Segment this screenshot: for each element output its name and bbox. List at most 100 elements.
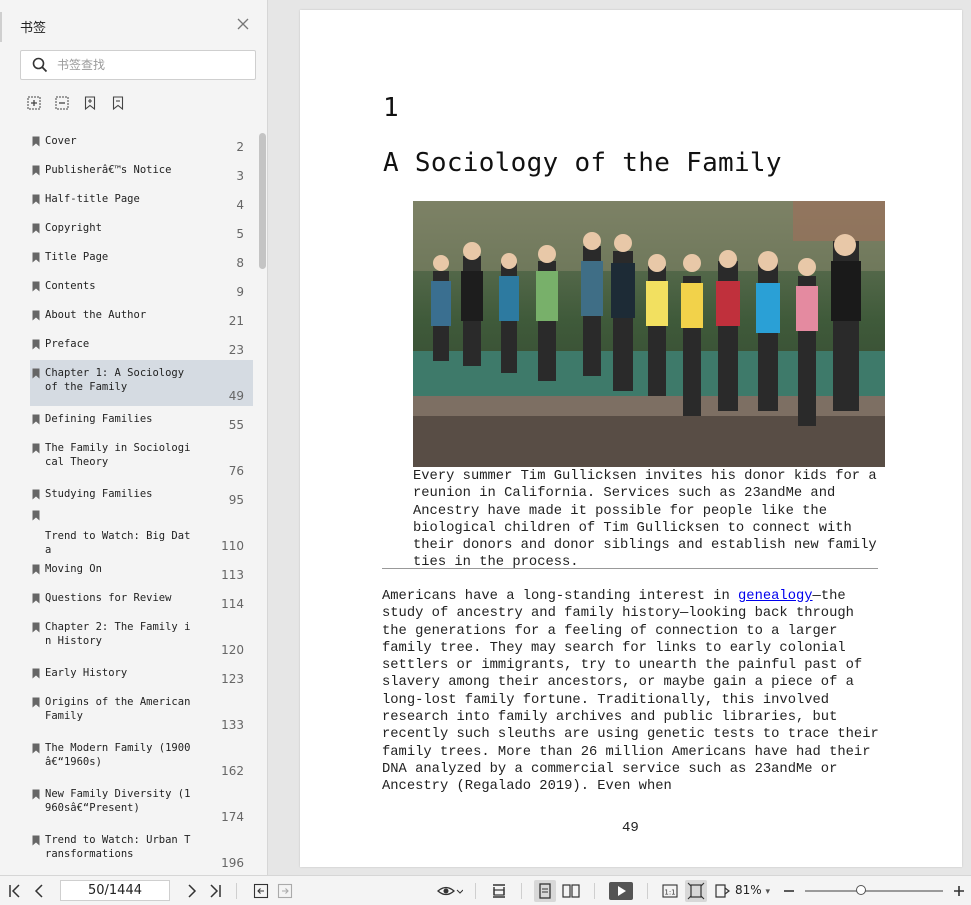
bookmark-label: Chapter 1: A Sociology of the Family [45, 367, 185, 393]
bookmark-flag-icon [32, 414, 40, 425]
bookmark-item[interactable]: Early History 123 [30, 660, 253, 689]
bookmark-page-number: 174 [221, 810, 244, 824]
bookmark-item[interactable]: Trend to Watch: Big Data 110 [30, 510, 253, 556]
bookmark-item[interactable]: Studying Families 95 [30, 481, 253, 510]
bookmark-item[interactable]: Origins of the American Family 133 [30, 689, 253, 735]
sidebar-scrollbar[interactable] [259, 133, 266, 269]
bookmark-label: Questions for Review [45, 592, 172, 604]
bookmark-label: Origins of the American Family [45, 696, 191, 722]
fit-page-icon[interactable] [685, 880, 707, 902]
bookmark-item[interactable]: Publisherâ€™s Notice 3 [30, 157, 253, 186]
body-paragraph: Americans have a long-standing interest … [382, 588, 882, 796]
bookmark-label: Chapter 2: The Family in History [45, 621, 191, 647]
bookmark-item[interactable]: Questions for Review 114 [30, 585, 253, 614]
bookmark-page-number: 113 [221, 568, 244, 582]
forward-icon[interactable] [276, 882, 294, 900]
bookmark-label: The Family in Sociological Theory [45, 442, 191, 468]
bookmark-flag-icon [32, 789, 40, 800]
bookmark-label: Trend to Watch: Urban Transformations [45, 834, 191, 860]
bookmark-item[interactable]: The Modern Family (1900â€“1960s) 162 [30, 735, 253, 781]
bookmark-label: Early History [45, 667, 128, 679]
bookmark-page-number: 162 [221, 764, 244, 778]
bookmark-flag-icon [32, 252, 40, 263]
bookmark-flag-icon [32, 194, 40, 205]
play-slideshow-icon[interactable] [609, 882, 633, 900]
bookmark-label: Preface [45, 338, 90, 350]
bookmark-flag-icon [32, 622, 40, 633]
bookmark-search-input[interactable] [57, 55, 247, 75]
bookmark-label: New Family Diversity (1960sâ€“Present) [45, 788, 191, 814]
bookmark-label: About the Author [45, 309, 147, 321]
bookmark-page-number: 123 [221, 672, 244, 686]
toolbar-separator [475, 883, 476, 899]
previous-page-icon[interactable] [30, 882, 48, 900]
search-icon [32, 57, 48, 73]
collapse-all-icon[interactable] [54, 95, 70, 111]
expand-all-icon[interactable] [26, 95, 42, 111]
bookmark-item[interactable]: Title Page 8 [30, 244, 253, 273]
bottom-toolbar: 1:1 81% ▾ [0, 875, 971, 905]
actual-size-icon[interactable]: 1:1 [661, 882, 679, 900]
bookmark-page-number: 23 [228, 343, 244, 357]
genealogy-link[interactable]: genealogy [738, 589, 813, 604]
first-page-icon[interactable] [6, 882, 24, 900]
svg-text:1:1: 1:1 [664, 889, 675, 897]
bookmark-flag-icon [32, 510, 40, 521]
bookmark-page-number: 5 [236, 227, 244, 241]
chapter-number: 1 [383, 93, 399, 123]
bookmark-flag-icon [32, 668, 40, 679]
bookmark-label: Studying Families [45, 488, 153, 500]
family-reunion-photo [413, 201, 885, 467]
zoom-mode-icon[interactable] [713, 882, 731, 900]
last-page-icon[interactable] [206, 882, 224, 900]
bookmark-item[interactable]: Chapter 1: A Sociology of the Family 49 [30, 360, 253, 406]
bookmark-flag-icon [32, 697, 40, 708]
fit-width-icon[interactable] [490, 882, 508, 900]
zoom-level-dropdown[interactable]: 81% ▾ [735, 883, 770, 897]
bookmark-page-number: 3 [236, 169, 244, 183]
add-bookmark-icon[interactable] [82, 95, 98, 111]
next-page-icon[interactable] [183, 882, 201, 900]
bookmark-item[interactable]: New Family Diversity (1960sâ€“Present) 17… [30, 781, 253, 827]
close-icon[interactable] [236, 17, 250, 31]
page-number: 49 [622, 820, 639, 836]
sidebar-title: 书签 [20, 21, 47, 36]
toolbar-separator [594, 883, 595, 899]
zoom-slider[interactable] [805, 890, 943, 892]
bookmark-item[interactable]: Copyright 5 [30, 215, 253, 244]
toolbar-separator [236, 883, 237, 899]
single-page-icon[interactable] [534, 880, 556, 902]
two-page-icon[interactable] [561, 882, 581, 900]
bookmark-label: Moving On [45, 563, 102, 575]
zoom-slider-handle[interactable] [856, 885, 866, 895]
bookmark-flag-icon [32, 136, 40, 147]
eye-mode-icon[interactable] [437, 882, 463, 900]
body-text-rest: —the study of ancestry and family histor… [382, 589, 879, 795]
bookmark-item[interactable]: Preface 23 [30, 331, 253, 360]
toolbar-separator [647, 883, 648, 899]
bookmark-flag-icon [32, 368, 40, 379]
bookmark-item[interactable]: The Family in Sociological Theory 76 [30, 435, 253, 481]
bookmark-search-box[interactable] [20, 50, 256, 80]
bookmark-flag-icon [32, 165, 40, 176]
bookmark-label: Contents [45, 280, 96, 292]
bookmark-item[interactable]: Defining Families 55 [30, 406, 253, 435]
bookmark-item[interactable]: Half-title Page 4 [30, 186, 253, 215]
remove-bookmark-icon[interactable] [110, 95, 126, 111]
zoom-level: 81% [735, 883, 762, 897]
bookmark-label: Defining Families [45, 413, 153, 425]
bookmark-item[interactable]: Cover 2 [30, 128, 253, 157]
bookmark-item[interactable]: Chapter 2: The Family in History 120 [30, 614, 253, 660]
zoom-out-icon[interactable] [780, 882, 798, 900]
bookmark-item[interactable]: Trend to Watch: Urban Transformations 196 [30, 827, 253, 873]
bookmark-item[interactable]: About the Author 21 [30, 302, 253, 331]
bookmark-item[interactable]: Moving On 113 [30, 556, 253, 585]
toolbar-separator [521, 883, 522, 899]
bookmark-item[interactable]: Contents 9 [30, 273, 253, 302]
bookmark-page-number: 55 [228, 418, 244, 432]
page-number-input[interactable] [60, 880, 170, 901]
bookmark-page-number: 21 [228, 314, 244, 328]
back-icon[interactable] [252, 882, 270, 900]
bookmark-label: Half-title Page [45, 193, 140, 205]
zoom-in-icon[interactable] [950, 882, 968, 900]
